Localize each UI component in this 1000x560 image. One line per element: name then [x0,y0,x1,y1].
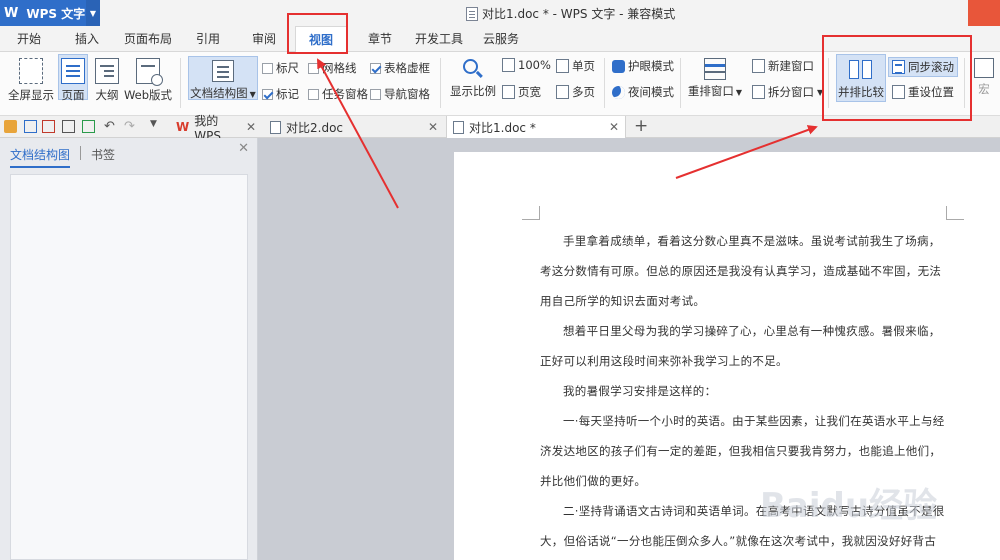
annotation-arrows [317,58,818,209]
watermark-logo: Baidu经验 [760,486,938,526]
